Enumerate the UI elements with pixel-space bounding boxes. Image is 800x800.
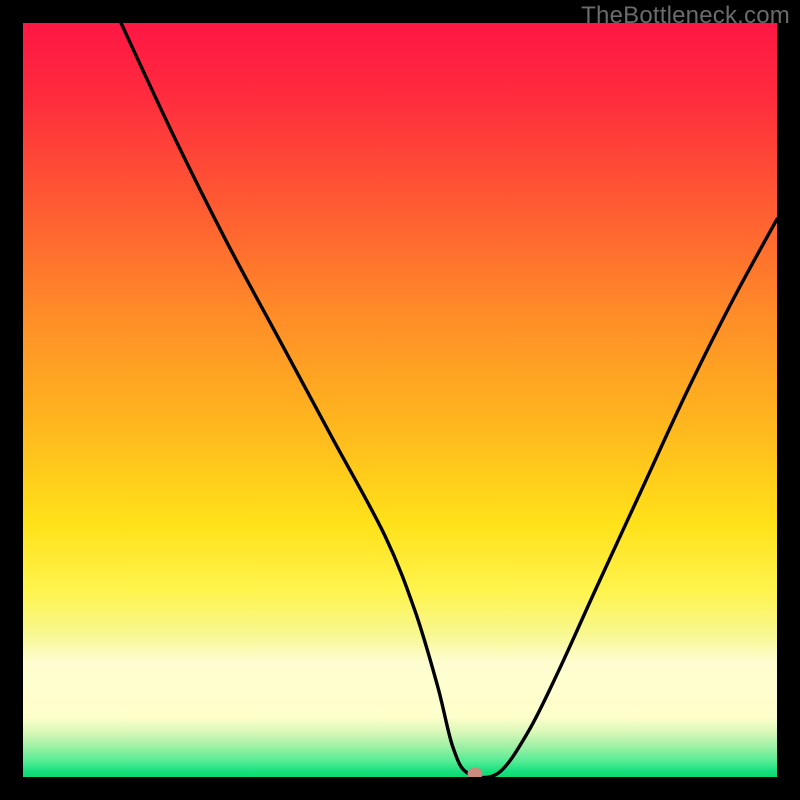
chart-frame: TheBottleneck.com [0, 0, 800, 800]
optimal-point-marker [468, 767, 483, 777]
watermark-text: TheBottleneck.com [581, 2, 790, 30]
bottleneck-curve [121, 23, 777, 777]
plot-area [23, 23, 777, 777]
curve-svg [23, 23, 777, 777]
